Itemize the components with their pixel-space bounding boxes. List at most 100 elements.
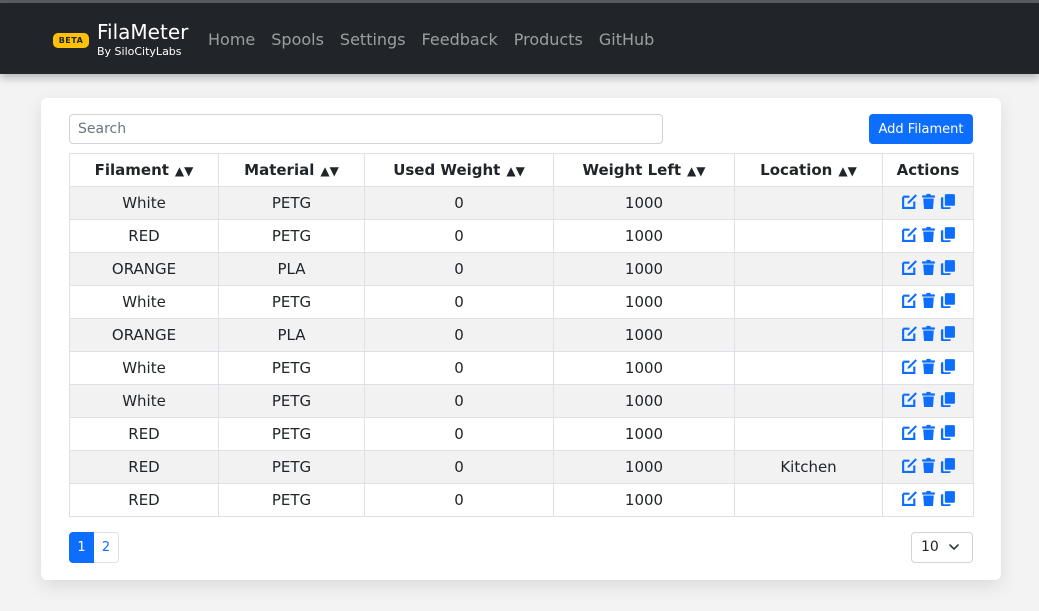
table-row: White PETG 0 1000	[69, 285, 974, 319]
cell-filament: White	[69, 351, 219, 385]
edit-icon[interactable]	[901, 457, 918, 474]
navbar: BETA FilaMeter By SiloCityLabs Home Spoo…	[0, 3, 1039, 74]
search-input[interactable]	[69, 114, 663, 144]
trash-icon[interactable]	[920, 424, 937, 441]
cell-used: 0	[364, 351, 554, 385]
row-actions	[901, 226, 956, 243]
cell-filament: RED	[69, 450, 219, 484]
copy-icon[interactable]	[939, 292, 956, 309]
trash-icon[interactable]	[920, 292, 937, 309]
cell-location	[734, 384, 883, 418]
sort-icon[interactable]: ▲▼	[838, 164, 856, 178]
table-row: White PETG 0 1000	[69, 351, 974, 385]
nav-link-feedback[interactable]: Feedback	[422, 30, 498, 49]
trash-icon[interactable]	[920, 325, 937, 342]
trash-icon[interactable]	[920, 226, 937, 243]
app-title[interactable]: FilaMeter	[97, 20, 188, 44]
cell-actions	[882, 318, 974, 352]
cell-material: PETG	[218, 483, 365, 517]
table-row: RED PETG 0 1000 Kitchen	[69, 450, 974, 484]
column-header-weight-left[interactable]: Weight Left ▲▼	[553, 153, 735, 187]
cell-used: 0	[364, 417, 554, 451]
sort-icon[interactable]: ▲▼	[506, 164, 524, 178]
edit-icon[interactable]	[901, 391, 918, 408]
nav-link-settings[interactable]: Settings	[340, 30, 406, 49]
nav-link-spools[interactable]: Spools	[271, 30, 324, 49]
trash-icon[interactable]	[920, 391, 937, 408]
cell-left: 1000	[553, 285, 735, 319]
column-header-label: Material	[244, 161, 315, 179]
beta-badge: BETA	[53, 33, 89, 48]
copy-icon[interactable]	[939, 490, 956, 507]
column-header-material[interactable]: Material ▲▼	[218, 153, 365, 187]
edit-icon[interactable]	[901, 358, 918, 375]
cell-material: PETG	[218, 219, 365, 253]
per-page-select[interactable]: 10	[911, 532, 973, 563]
copy-icon[interactable]	[939, 259, 956, 276]
page-button-2[interactable]: 2	[94, 532, 119, 563]
cell-left: 1000	[553, 483, 735, 517]
column-header-location[interactable]: Location ▲▼	[734, 153, 883, 187]
cell-left: 1000	[553, 450, 735, 484]
cell-location	[734, 417, 883, 451]
table-row: RED PETG 0 1000	[69, 483, 974, 517]
trash-icon[interactable]	[920, 259, 937, 276]
row-actions	[901, 358, 956, 375]
cell-location: Kitchen	[734, 450, 883, 484]
cell-material: PETG	[218, 351, 365, 385]
copy-icon[interactable]	[939, 325, 956, 342]
sort-icon[interactable]: ▲▼	[175, 164, 193, 178]
table-row: White PETG 0 1000	[69, 384, 974, 418]
column-header-label: Actions	[896, 161, 960, 179]
cell-filament: ORANGE	[69, 318, 219, 352]
edit-icon[interactable]	[901, 292, 918, 309]
column-header-label: Location	[760, 161, 833, 179]
column-header-filament[interactable]: Filament ▲▼	[69, 153, 219, 187]
column-header-label: Used Weight	[393, 161, 501, 179]
cell-used: 0	[364, 450, 554, 484]
edit-icon[interactable]	[901, 325, 918, 342]
cell-material: PLA	[218, 318, 365, 352]
cell-left: 1000	[553, 219, 735, 253]
copy-icon[interactable]	[939, 358, 956, 375]
row-actions	[901, 457, 956, 474]
cell-left: 1000	[553, 318, 735, 352]
trash-icon[interactable]	[920, 457, 937, 474]
page-button-1[interactable]: 1	[69, 532, 94, 563]
trash-icon[interactable]	[920, 193, 937, 210]
nav-link-products[interactable]: Products	[514, 30, 583, 49]
copy-icon[interactable]	[939, 457, 956, 474]
copy-icon[interactable]	[939, 226, 956, 243]
edit-icon[interactable]	[901, 259, 918, 276]
nav-link-github[interactable]: GitHub	[599, 30, 654, 49]
cell-used: 0	[364, 186, 554, 220]
cell-location	[734, 252, 883, 286]
copy-icon[interactable]	[939, 424, 956, 441]
column-header-used-weight[interactable]: Used Weight ▲▼	[364, 153, 554, 187]
row-actions	[901, 490, 956, 507]
trash-icon[interactable]	[920, 358, 937, 375]
cell-location	[734, 318, 883, 352]
cell-location	[734, 351, 883, 385]
cell-filament: RED	[69, 483, 219, 517]
table-body: White PETG 0 1000 RED PETG 0 1000 ORANGE PLA 0 1000…	[69, 186, 974, 517]
copy-icon[interactable]	[939, 193, 956, 210]
edit-icon[interactable]	[901, 424, 918, 441]
cell-used: 0	[364, 318, 554, 352]
cell-material: PLA	[218, 252, 365, 286]
cell-actions	[882, 450, 974, 484]
cell-left: 1000	[553, 417, 735, 451]
add-filament-button[interactable]: Add Filament	[869, 114, 973, 144]
table-row: White PETG 0 1000	[69, 186, 974, 220]
trash-icon[interactable]	[920, 490, 937, 507]
cell-left: 1000	[553, 252, 735, 286]
copy-icon[interactable]	[939, 391, 956, 408]
cell-used: 0	[364, 483, 554, 517]
cell-filament: White	[69, 186, 219, 220]
edit-icon[interactable]	[901, 226, 918, 243]
edit-icon[interactable]	[901, 490, 918, 507]
sort-icon[interactable]: ▲▼	[320, 164, 338, 178]
edit-icon[interactable]	[901, 193, 918, 210]
sort-icon[interactable]: ▲▼	[687, 164, 705, 178]
nav-link-home[interactable]: Home	[208, 30, 255, 49]
